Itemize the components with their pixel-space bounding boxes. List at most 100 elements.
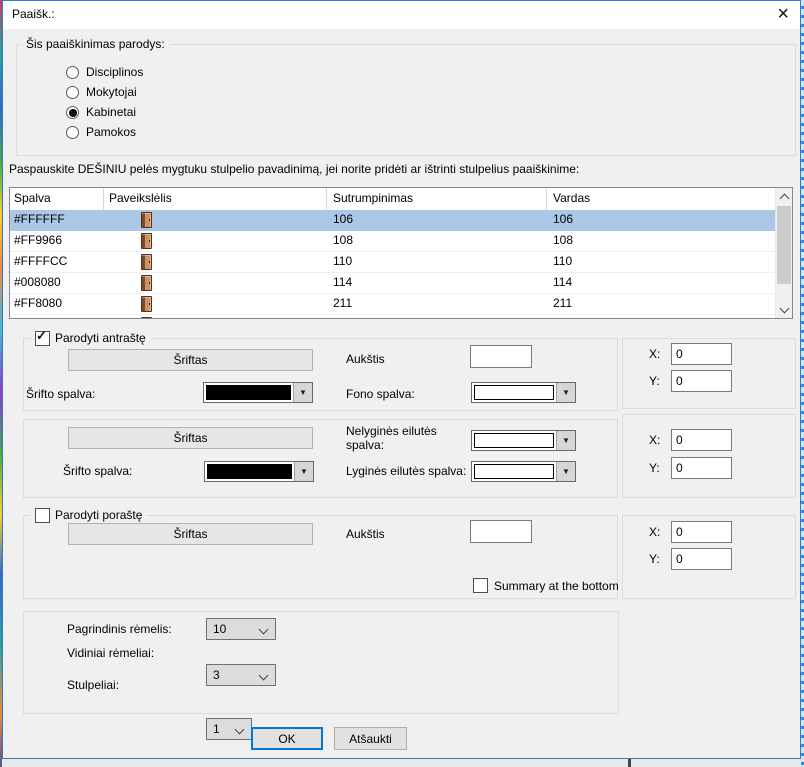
window-title: Paaišk.:	[12, 7, 55, 21]
table-row[interactable]: #FFFFCC 110 110	[10, 252, 775, 273]
show-options-legend-label: Šis paaiškinimas parodys:	[26, 37, 165, 51]
column-header-image[interactable]: Paveikslėlis	[104, 188, 327, 210]
radio-icon[interactable]	[66, 86, 79, 99]
instruction-text: Paspauskite DEŠINIU pelės mygtuku stulpe…	[9, 162, 579, 176]
header-x-input[interactable]	[671, 343, 732, 365]
table-row[interactable]: #FFFFFF 106 106	[10, 210, 775, 231]
cell-name: 212	[547, 315, 775, 319]
summary-label: Summary at the bottom	[494, 579, 619, 593]
footer-y-input[interactable]	[671, 548, 732, 570]
show-footer-checkbox-row[interactable]: Parodyti poraštę	[30, 508, 147, 522]
cell-color: #FF8080	[10, 294, 104, 314]
columns-count-value: 1	[213, 722, 220, 736]
summary-checkbox-row[interactable]: Summary at the bottom	[473, 578, 619, 593]
header-height-input[interactable]	[470, 345, 532, 368]
radio-option[interactable]: Kabinetai	[66, 102, 143, 122]
footer-font-button-label: Šriftas	[173, 527, 207, 541]
radio-group: Disciplinos Mokytojai Kabinetai Pamokos	[66, 62, 143, 142]
radio-label: Pamokos	[86, 125, 136, 139]
columns-count-label: Stulpeliai:	[67, 678, 119, 692]
footer-x-input[interactable]	[671, 521, 732, 543]
radio-icon[interactable]	[66, 66, 79, 79]
even-rows-color-swatch	[474, 464, 554, 479]
columns-table: Spalva Paveikslėlis Sutrumpinimas Vardas…	[9, 187, 793, 319]
dropdown-arrow-icon[interactable]: ▼	[556, 383, 575, 402]
ok-button[interactable]: OK	[251, 727, 323, 750]
show-header-checkbox[interactable]	[35, 331, 50, 346]
cancel-button[interactable]: Atšaukti	[334, 727, 407, 750]
footer-font-button[interactable]: Šriftas	[68, 523, 313, 545]
header-x-label: X:	[649, 347, 660, 361]
rows-x-label: X:	[649, 433, 660, 447]
rows-x-input[interactable]	[671, 429, 732, 451]
scroll-up-button[interactable]	[776, 188, 792, 205]
scroll-down-button[interactable]	[776, 301, 792, 318]
header-font-color-label: Šrifto spalva:	[26, 387, 95, 401]
radio-icon[interactable]	[66, 126, 79, 139]
dropdown-arrow-icon[interactable]: ▼	[556, 431, 575, 450]
chevron-down-icon	[259, 671, 269, 681]
cell-image	[104, 273, 327, 293]
cell-image	[104, 252, 327, 272]
column-header-color[interactable]: Spalva	[10, 188, 104, 210]
dropdown-arrow-icon[interactable]: ▼	[294, 462, 313, 481]
header-font-button[interactable]: Šriftas	[68, 349, 313, 371]
titlebar[interactable]: Paaišk.: ×	[3, 1, 800, 29]
cell-color: #FFFFFF	[10, 210, 104, 230]
inner-borders-label: Vidiniai rėmeliai:	[67, 646, 154, 660]
cell-abbreviation: 212	[327, 315, 547, 319]
column-header-name[interactable]: Vardas	[547, 188, 775, 210]
dropdown-arrow-icon[interactable]: ▼	[556, 462, 575, 481]
rows-y-input[interactable]	[671, 457, 732, 479]
scrollbar-thumb[interactable]	[777, 206, 791, 284]
inner-borders-value: 3	[213, 668, 220, 682]
columns-count-select[interactable]: 1	[206, 718, 252, 740]
header-y-input[interactable]	[671, 370, 732, 392]
door-icon	[141, 254, 152, 270]
cell-image	[104, 315, 327, 319]
rows-font-button[interactable]: Šriftas	[68, 427, 313, 449]
show-header-checkbox-row[interactable]: Parodyti antraštę	[30, 331, 151, 345]
cell-name: 106	[547, 210, 775, 230]
cell-color: #CC9966	[10, 315, 104, 319]
table-row[interactable]: #FF9966 108 108	[10, 231, 775, 252]
header-font-button-label: Šriftas	[173, 353, 207, 367]
odd-rows-color-swatch	[474, 433, 554, 448]
even-rows-color-dropdown[interactable]: ▼	[471, 461, 576, 482]
table-row[interactable]: #CC9966 212 212	[10, 315, 775, 319]
column-header-abbreviation[interactable]: Sutrumpinimas	[327, 188, 547, 210]
radio-option[interactable]: Pamokos	[66, 122, 143, 142]
header-bg-color-dropdown[interactable]: ▼	[471, 382, 576, 403]
radio-label: Kabinetai	[86, 105, 136, 119]
rows-font-color-swatch	[207, 464, 292, 479]
rows-xy-group	[622, 414, 796, 498]
dialog-window: Paaišk.: × Šis paaiškinimas parodys: Dis…	[2, 0, 801, 759]
main-border-select[interactable]: 10	[206, 618, 276, 640]
footer-height-input[interactable]	[470, 520, 532, 543]
radio-icon[interactable]	[66, 106, 79, 119]
header-font-color-dropdown[interactable]: ▼	[203, 382, 313, 403]
cell-name: 110	[547, 252, 775, 272]
door-icon	[141, 296, 152, 312]
odd-rows-color-dropdown[interactable]: ▼	[471, 430, 576, 451]
table-row[interactable]: #008080 114 114	[10, 273, 775, 294]
table-scrollbar[interactable]	[775, 188, 792, 318]
door-icon	[141, 275, 152, 291]
table-row[interactable]: #FF8080 211 211	[10, 294, 775, 315]
show-footer-checkbox[interactable]	[35, 508, 50, 523]
even-rows-color-label: Lyginės eilutės spalva:	[346, 464, 466, 478]
radio-option[interactable]: Disciplinos	[66, 62, 143, 82]
rows-font-button-label: Šriftas	[173, 431, 207, 445]
dropdown-arrow-icon[interactable]: ▼	[293, 383, 312, 402]
cell-abbreviation: 211	[327, 294, 547, 314]
show-options-legend: Šis paaiškinimas parodys:	[21, 37, 170, 51]
inner-borders-select[interactable]: 3	[206, 664, 276, 686]
chevron-down-icon	[235, 725, 245, 735]
radio-option[interactable]: Mokytojai	[66, 82, 143, 102]
chevron-down-icon	[779, 304, 789, 314]
summary-checkbox[interactable]	[473, 578, 488, 593]
close-icon[interactable]: ×	[777, 2, 789, 26]
radio-label: Disciplinos	[86, 65, 143, 79]
cell-image	[104, 294, 327, 314]
rows-font-color-dropdown[interactable]: ▼	[204, 461, 314, 482]
